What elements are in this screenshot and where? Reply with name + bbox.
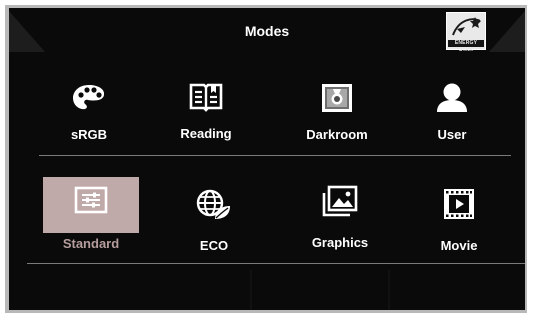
footer-strip — [9, 270, 525, 310]
sliders-icon — [74, 186, 108, 214]
film-icon — [444, 189, 474, 219]
energy-star-text: ENERGY STAR — [448, 40, 484, 53]
energy-star-logo: ENERGY STAR — [446, 12, 486, 53]
mode-label: sRGB — [70, 127, 108, 142]
globe-leaf-icon — [196, 189, 230, 219]
row-divider — [27, 263, 525, 264]
mode-label: Reading — [180, 126, 232, 141]
mode-label: User — [437, 127, 467, 142]
row-divider — [39, 155, 511, 156]
mode-label: Graphics — [311, 235, 369, 250]
palette-icon — [73, 85, 105, 110]
mode-label: ECO — [199, 238, 229, 253]
user-icon — [437, 83, 467, 112]
mode-label: Standard — [62, 236, 120, 251]
osd-screen: Modes ENERGY STAR sRGB Reading Darkroom … — [9, 8, 525, 310]
book-icon — [189, 83, 223, 112]
image-icon — [322, 185, 358, 217]
mode-label: Darkroom — [306, 127, 368, 142]
mode-label: Movie — [440, 238, 478, 253]
darkroom-icon — [322, 84, 352, 112]
